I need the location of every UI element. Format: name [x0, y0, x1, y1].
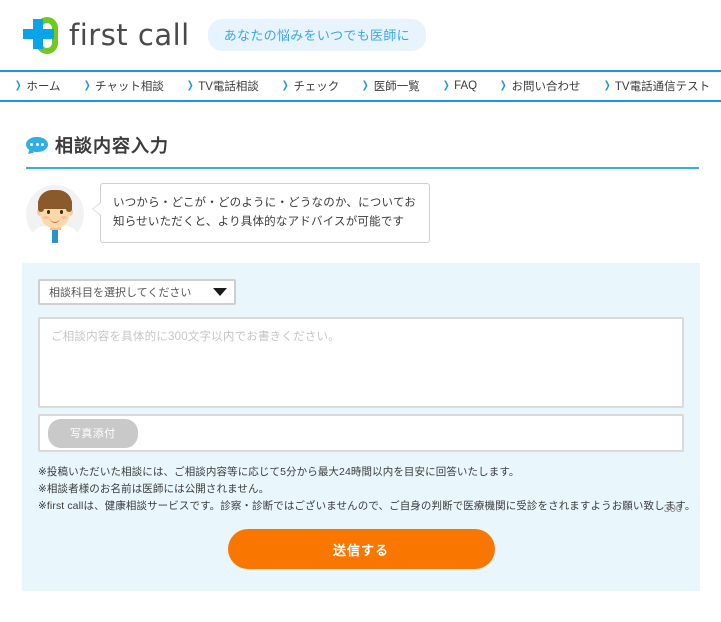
nav-item-home[interactable]: ❯ ホーム	[14, 78, 61, 94]
subject-select-row: 相談科目を選択してください	[22, 279, 700, 305]
submit-row: 送信する	[22, 529, 700, 569]
speech-bubble-dot	[35, 142, 39, 146]
chevron-right-icon: ❯	[186, 80, 194, 91]
chevron-down-icon	[213, 288, 227, 296]
logo-wordmark[interactable]: first call	[69, 18, 190, 52]
nav-item-label: TV電話相談	[198, 81, 259, 93]
nav-item-label: チェック	[293, 81, 340, 93]
submit-button[interactable]: 送信する	[227, 529, 495, 569]
chevron-right-icon: ❯	[14, 80, 22, 91]
nav-item-tv-call-test[interactable]: ❯ TV電話通信テスト	[603, 78, 711, 94]
nav-item-label: 医師一覧	[373, 81, 420, 93]
chevron-right-icon: ❯	[499, 80, 507, 91]
speech-bubble-dot	[41, 142, 44, 146]
subject-select-label: 相談科目を選択してください	[49, 287, 192, 299]
speech-bubble-tail-fill	[93, 203, 101, 215]
subject-select[interactable]: 相談科目を選択してください	[38, 279, 236, 305]
nav-item-doctor-list[interactable]: ❯ 医師一覧	[361, 78, 420, 94]
doctor-avatar	[26, 185, 84, 243]
nav-item-label: ホーム	[26, 81, 61, 93]
chevron-right-icon: ❯	[83, 80, 91, 91]
avatar-eye-right	[60, 210, 63, 214]
form-note-line: ※投稿いただいた相談には、ご相談内容等に応じて5分から最大24時間以内を目安に回…	[38, 466, 520, 478]
nav-item-label: お問い合わせ	[511, 81, 581, 93]
site-header: first call あなたの悩みをいつでも医師に	[0, 0, 721, 70]
nav-item-check[interactable]: ❯ チェック	[281, 78, 340, 94]
nav-item-chat-consult[interactable]: ❯ チャット相談	[83, 78, 164, 94]
advice-speech-bubble: いつから・どこが・どのように・どうなのか、についてお知らせいただくと、より具体的…	[92, 183, 430, 243]
nav-item-faq[interactable]: ❯ FAQ	[442, 80, 478, 92]
photo-attach-button[interactable]: 写真添付	[48, 418, 138, 448]
chevron-right-icon: ❯	[442, 80, 450, 91]
avatar-cheek-left	[43, 216, 49, 219]
page-title-section: 相談内容入力	[0, 132, 721, 169]
avatar-hair	[38, 190, 72, 209]
nav-item-contact[interactable]: ❯ お問い合わせ	[499, 78, 581, 94]
site-tagline: あなたの悩みをいつでも医師に	[207, 19, 426, 51]
nav-item-label: チャット相談	[94, 81, 164, 93]
form-note-line: ※相談者様のお名前は医師には公開されません。	[38, 483, 270, 495]
form-notes: ※投稿いただいた相談には、ご相談内容等に応じて5分から最大24時間以内を目安に回…	[28, 464, 696, 515]
speech-bubble-icon	[26, 136, 48, 156]
page-title-row: 相談内容入力	[26, 132, 699, 167]
chevron-right-icon: ❯	[281, 80, 289, 91]
chevron-right-icon: ❯	[362, 80, 369, 91]
nav-item-label: TV電話通信テスト	[614, 81, 711, 93]
photo-attach-row: 写真添付	[38, 414, 684, 452]
consultation-form-panel: 相談科目を選択してください ご相談内容を具体的に300文字以内でお書きください。…	[22, 263, 700, 591]
speech-bubble-tail	[28, 146, 35, 156]
advice-section: いつから・どこが・どのように・どうなのか、についてお知らせいただくと、より具体的…	[0, 169, 721, 243]
form-note-line: ※first callは、健康相談サービスです。診察・診断ではございませんので、…	[38, 500, 696, 512]
advice-message: いつから・どこが・どのように・どうなのか、についてお知らせいただくと、より具体的…	[113, 197, 416, 228]
nav-item-tv-call-consult[interactable]: ❯ TV電話相談	[186, 78, 259, 94]
logo-cross-vertical	[33, 19, 43, 49]
nav-item-label: FAQ	[454, 80, 478, 92]
main-navigation: ❯ ホーム ❯ チャット相談 ❯ TV電話相談 ❯ チェック ❯ 医師一覧 ❯ …	[0, 70, 721, 102]
consultation-textarea-placeholder: ご相談内容を具体的に300文字以内でお書きください。	[51, 331, 340, 343]
first-call-cross-capsule-logo[interactable]	[22, 14, 60, 56]
speech-bubble-dot	[30, 142, 33, 146]
character-counter: 300	[663, 503, 682, 515]
chevron-right-icon: ❯	[603, 80, 611, 91]
avatar-cheek-right	[61, 216, 67, 219]
page-title: 相談内容入力	[55, 136, 169, 156]
avatar-eye-left	[47, 210, 50, 214]
avatar-tie	[52, 230, 58, 243]
consultation-textarea[interactable]: ご相談内容を具体的に300文字以内でお書きください。	[38, 317, 684, 408]
